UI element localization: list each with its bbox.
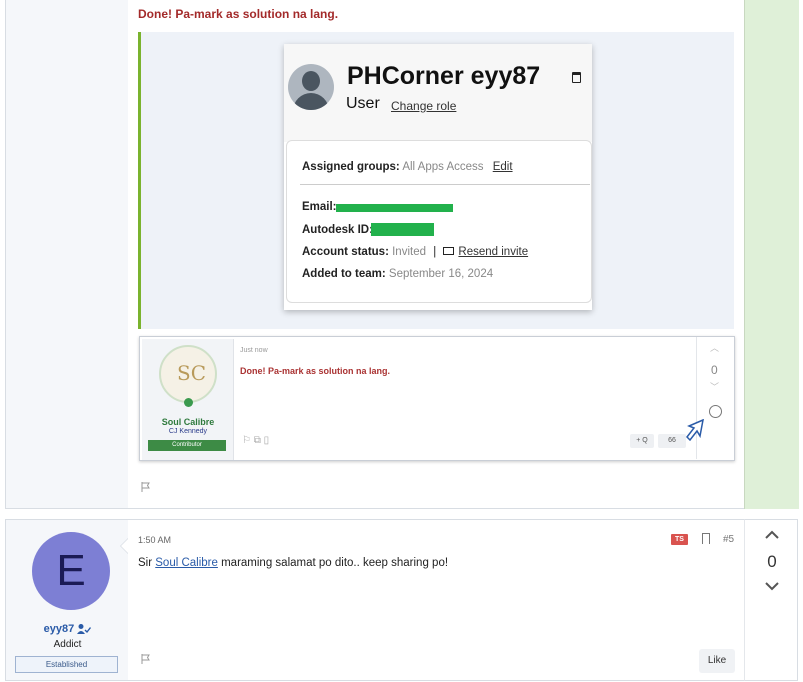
resend-invite-link: Resend invite (458, 246, 529, 258)
user-name-link[interactable]: eyy87 (44, 623, 75, 635)
message-suffix: maraming salamat po dito.. keep sharing … (217, 557, 449, 569)
user-card-screenshot: PHCorner eyy87 User Change role Assigned… (284, 44, 592, 310)
embedded-flag-icon: ⚐ ⧉ ▯ (242, 435, 270, 446)
vote-count: 0 (767, 552, 777, 571)
edit-link: Edit (492, 161, 513, 173)
change-role-link: Change role (391, 99, 457, 113)
soul-calibre-avatar: SC (159, 345, 217, 403)
post-2-vote-column: 0 (744, 519, 798, 681)
embedded-reply-button: 66 (658, 434, 686, 448)
embedded-user-badge: Contributor (148, 440, 226, 451)
thread-starter-badge: TS (671, 534, 688, 545)
embedded-user-sidebar: SC Soul Calibre CJ Kennedy Contributor (142, 339, 234, 460)
post-2-report-flag-icon[interactable] (141, 654, 151, 664)
trash-icon (572, 72, 581, 83)
user-title: Addict (53, 639, 82, 650)
user-avatar[interactable]: E (32, 532, 110, 610)
details-divider (300, 184, 590, 185)
assigned-groups-row: Assigned groups: All Apps Access Edit (302, 161, 513, 173)
email-row: Email: (302, 201, 337, 213)
post-number-link[interactable]: #5 (723, 534, 734, 545)
embedded-downvote-icon: ﹀ (710, 382, 720, 392)
embedded-time: Just now (240, 347, 268, 354)
status-separator: | (433, 246, 437, 258)
user-name-row: eyy87 (6, 623, 129, 635)
status-label: Account status: (302, 246, 389, 258)
email-label: Email: (302, 201, 337, 213)
post-1: Done! Pa-mark as solution na lang. PHCor… (0, 0, 803, 511)
mention-link[interactable]: Soul Calibre (155, 557, 218, 569)
post-2: E eyy87 Addict Established 1:50 AM TS #5… (0, 517, 803, 682)
user-rank-badge: Established (15, 656, 118, 673)
autodesk-redaction (371, 223, 434, 236)
embedded-vote-count: 0 (711, 363, 718, 377)
added-row: Added to team: September 16, 2024 (302, 268, 493, 280)
user-card-role: User (346, 95, 380, 112)
post-1-message: Done! Pa-mark as solution na lang. (138, 7, 339, 21)
embedded-quote-button: + Q (630, 434, 654, 448)
default-avatar-icon (288, 64, 334, 110)
status-value: Invited (392, 246, 426, 258)
embedded-solution-check-icon (709, 405, 722, 418)
autodesk-row: Autodesk ID: (302, 224, 373, 236)
added-value: September 16, 2024 (388, 268, 494, 280)
post-1-report-flag-icon[interactable] (141, 482, 151, 492)
message-prefix: Sir (138, 557, 156, 569)
embedded-post-screenshot: SC Soul Calibre CJ Kennedy Contributor J… (139, 336, 735, 461)
upvote-icon[interactable] (765, 530, 779, 539)
user-card-name: PHCorner eyy87 (347, 62, 541, 90)
embedded-user-name: Soul Calibre (161, 417, 215, 427)
post-2-body: 1:50 AM TS #5 Sir Soul Calibre maraming … (128, 519, 744, 681)
embedded-user-subtitle: CJ Kennedy (168, 428, 208, 435)
email-redaction (336, 204, 453, 212)
online-status-icon (184, 398, 193, 407)
post-1-user-sidebar (5, 0, 128, 509)
downvote-icon[interactable] (765, 582, 779, 591)
like-button[interactable]: Like (699, 649, 735, 673)
assigned-groups-value: All Apps Access (402, 161, 484, 173)
post-2-message: Sir Soul Calibre maraming salamat po dit… (138, 557, 448, 569)
autodesk-label: Autodesk ID: (302, 224, 373, 236)
cursor-arrow-icon (686, 419, 704, 441)
bookmark-icon[interactable] (702, 533, 710, 544)
embedded-message: Done! Pa-mark as solution na lang. (240, 366, 391, 376)
mail-icon (443, 246, 455, 255)
assigned-groups-label: Assigned groups: (302, 161, 400, 173)
account-status-row: Account status: Invited | Resend invite (302, 246, 528, 258)
embedded-upvote-icon: ︿ (710, 343, 720, 353)
post-2-time[interactable]: 1:50 AM (138, 535, 171, 545)
post-1-solution-column (744, 0, 799, 509)
user-verified-icon (77, 624, 92, 635)
post-2-user-sidebar: E eyy87 Addict Established (5, 519, 128, 681)
added-label: Added to team: (302, 268, 386, 280)
